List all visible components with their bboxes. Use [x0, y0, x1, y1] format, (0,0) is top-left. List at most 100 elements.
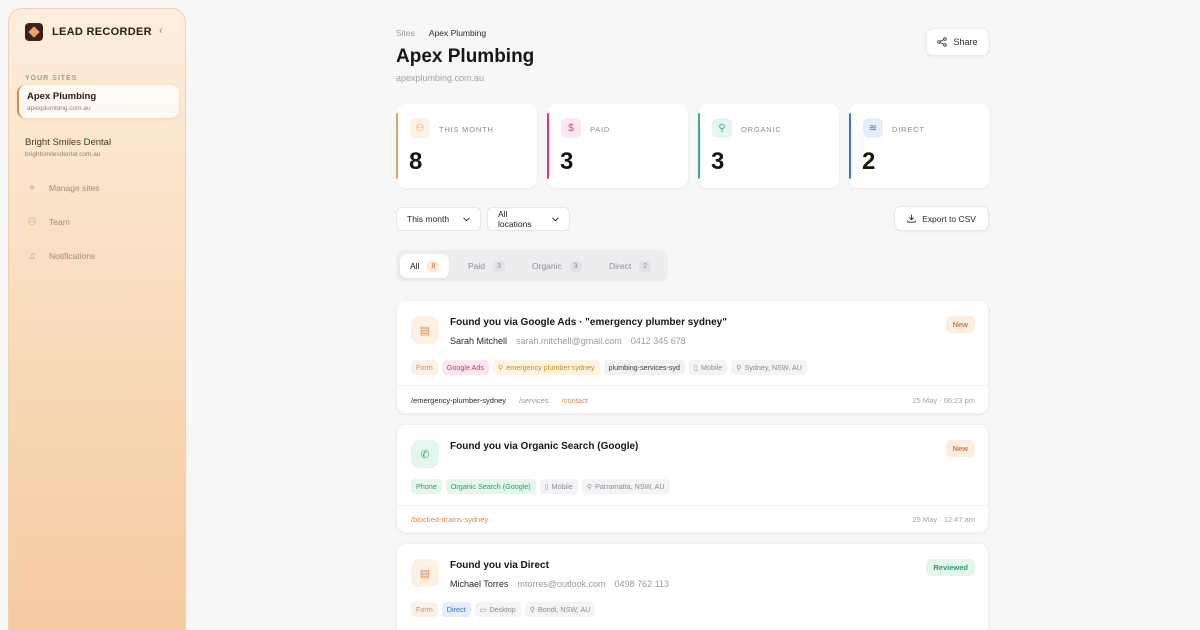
stat-label: PAID — [590, 125, 611, 134]
collapse-sidebar-icon[interactable]: ‹ — [159, 25, 163, 37]
form-icon: ▤ — [411, 559, 439, 587]
path-step: /emergency-plumber-sydney — [411, 396, 507, 405]
sidebar-site-bright-smiles-dental[interactable]: Bright Smiles Dental brightsmilesdental.… — [17, 131, 179, 164]
chevron-down-icon — [463, 216, 470, 222]
source-tabs: All 8 Paid 3 Organic 3 Direct 2 — [396, 250, 668, 282]
sidebar-item-manage-sites[interactable]: + Manage sites — [25, 181, 99, 195]
share-icon — [937, 37, 948, 47]
lead-tags: Phone Organic Search (Google) ▯ Mobile ⚲ P… — [411, 479, 670, 494]
logo-icon — [25, 23, 43, 41]
page-title: Apex Plumbing — [396, 46, 535, 67]
lead-contact: Michael Torres mtorres@outlook.com 0498 … — [450, 579, 669, 589]
tag-source: Google Ads — [441, 360, 489, 375]
tab-paid[interactable]: Paid 3 — [458, 254, 515, 278]
brand-name: LEAD RECORDER — [52, 26, 152, 38]
lead-phone[interactable]: 0412 345 678 — [631, 336, 686, 346]
lead-name: Michael Torres — [450, 579, 509, 589]
lead-phone[interactable]: 0498 762 113 — [615, 579, 669, 589]
stat-value: 3 — [560, 148, 574, 175]
tab-label: Organic — [532, 261, 562, 271]
period-select[interactable]: This month — [396, 207, 481, 231]
sidebar-item-notifications[interactable]: ♫ Notifications — [25, 249, 95, 263]
stat-accent-bar — [547, 113, 549, 179]
desktop-icon: ▭ — [479, 605, 487, 614]
sidebar-item-team[interactable]: ⚇ Team — [25, 215, 70, 229]
stat-label: DIRECT — [892, 125, 925, 134]
form-icon: ▤ — [411, 316, 439, 344]
bell-icon: ♫ — [28, 250, 36, 262]
tab-count: 2 — [639, 260, 652, 272]
stat-accent-bar — [698, 113, 700, 179]
location-pin-icon: ⚲ — [586, 482, 593, 491]
dollar-icon: $ — [561, 118, 581, 138]
location-select[interactable]: All locations — [487, 207, 570, 231]
lead-card[interactable]: ▤ Found you via Direct Michael Torres mt… — [396, 543, 989, 630]
tag-device: ▯ Mobile — [689, 360, 728, 375]
mobile-icon: ▯ — [694, 363, 698, 372]
tag-location-text: Parramatta, NSW, AU — [595, 482, 665, 491]
status-badge: New — [945, 440, 975, 457]
lead-card[interactable]: ✆ Found you via Organic Search (Google) … — [396, 424, 989, 533]
tag-campaign: plumbing-services-syd — [603, 360, 686, 375]
stat-card-paid: $ PAID 3 — [547, 104, 688, 188]
tag-method: Form — [411, 602, 438, 617]
tag-method: Phone — [411, 479, 442, 494]
tab-all[interactable]: All 8 — [400, 254, 450, 278]
lead-title: Found you via Organic Search (Google) — [450, 441, 639, 452]
stat-card-this-month: ⚇ THIS MONTH 8 — [396, 104, 537, 188]
stat-accent-bar — [849, 113, 851, 179]
download-icon — [907, 214, 916, 223]
sidebar: LEAD RECORDER ‹ YOUR SITES Apex Plumbing… — [8, 8, 186, 630]
site-name: Apex Plumbing — [27, 91, 97, 102]
location-pin-icon: ⚲ — [736, 363, 742, 372]
lead-email[interactable]: mtorres@outlook.com — [517, 579, 605, 589]
status-badge: Reviewed — [926, 559, 975, 576]
stat-card-organic: ⚲ ORGANIC 3 — [698, 104, 839, 188]
tag-device-text: Desktop — [489, 605, 516, 614]
sidebar-site-apex-plumbing[interactable]: Apex Plumbing apexplumbing.com.au — [17, 85, 179, 118]
tag-device: ▭ Desktop — [474, 602, 521, 617]
tag-device: ▯ Mobile — [539, 479, 578, 494]
team-icon: ⚇ — [27, 216, 37, 228]
stat-accent-bar — [396, 113, 398, 179]
site-name: Bright Smiles Dental — [25, 137, 112, 148]
sites-section-label: YOUR SITES — [25, 75, 78, 82]
export-csv-button[interactable]: Export to CSV — [894, 206, 989, 231]
period-value: This month — [407, 214, 450, 224]
stat-label: THIS MONTH — [439, 125, 494, 134]
stat-value: 3 — [711, 148, 725, 175]
lead-contact: Sarah Mitchell sarah.mitchell@gmail.com … — [450, 336, 686, 346]
tag-method: Form — [411, 360, 438, 375]
tag-location-text: Bondi, NSW, AU — [538, 605, 591, 614]
tab-label: All — [410, 261, 420, 271]
card-divider — [397, 505, 988, 506]
lead-title: Found you via Google Ads · "emergency pl… — [450, 317, 727, 328]
site-url: apexplumbing.com.au — [396, 73, 485, 83]
lead-timestamp: 25 May · 06:23 pm — [912, 396, 975, 405]
stat-value: 2 — [862, 148, 876, 175]
nav-label: Notifications — [49, 251, 96, 261]
chevron-down-icon — [552, 217, 559, 221]
lead-card[interactable]: ▤ Found you via Google Ads · "emergency … — [396, 300, 989, 414]
site-url: brightsmilesdental.com.au — [25, 151, 101, 158]
path-step: /blocked-drains-sydney — [411, 515, 489, 524]
breadcrumb: Sites Apex Plumbing — [396, 28, 486, 38]
tab-direct[interactable]: Direct 2 — [599, 254, 661, 278]
location-pin-icon: ⚲ — [529, 605, 535, 614]
nav-label: Team — [49, 217, 70, 227]
stat-value: 8 — [409, 148, 423, 175]
brand[interactable]: LEAD RECORDER — [25, 23, 152, 41]
lead-timestamp: 25 May · 12:47 am — [912, 515, 975, 524]
lead-email[interactable]: sarah.mitchell@gmail.com — [516, 336, 622, 346]
lead-title: Found you via Direct — [450, 560, 549, 571]
tab-organic[interactable]: Organic 3 — [522, 254, 592, 278]
tag-location: ⚲ Bondi, NSW, AU — [524, 602, 596, 617]
export-label: Export to CSV — [922, 213, 976, 224]
layers-icon: ≋ — [863, 118, 883, 138]
tab-count: 3 — [569, 260, 582, 272]
share-button[interactable]: Share — [926, 28, 989, 56]
breadcrumb-root[interactable]: Sites — [396, 28, 415, 38]
tag-location: ⚲ Sydney, NSW, AU — [731, 360, 807, 375]
status-badge: New — [945, 316, 975, 333]
tag-device-text: Mobile — [551, 482, 573, 491]
